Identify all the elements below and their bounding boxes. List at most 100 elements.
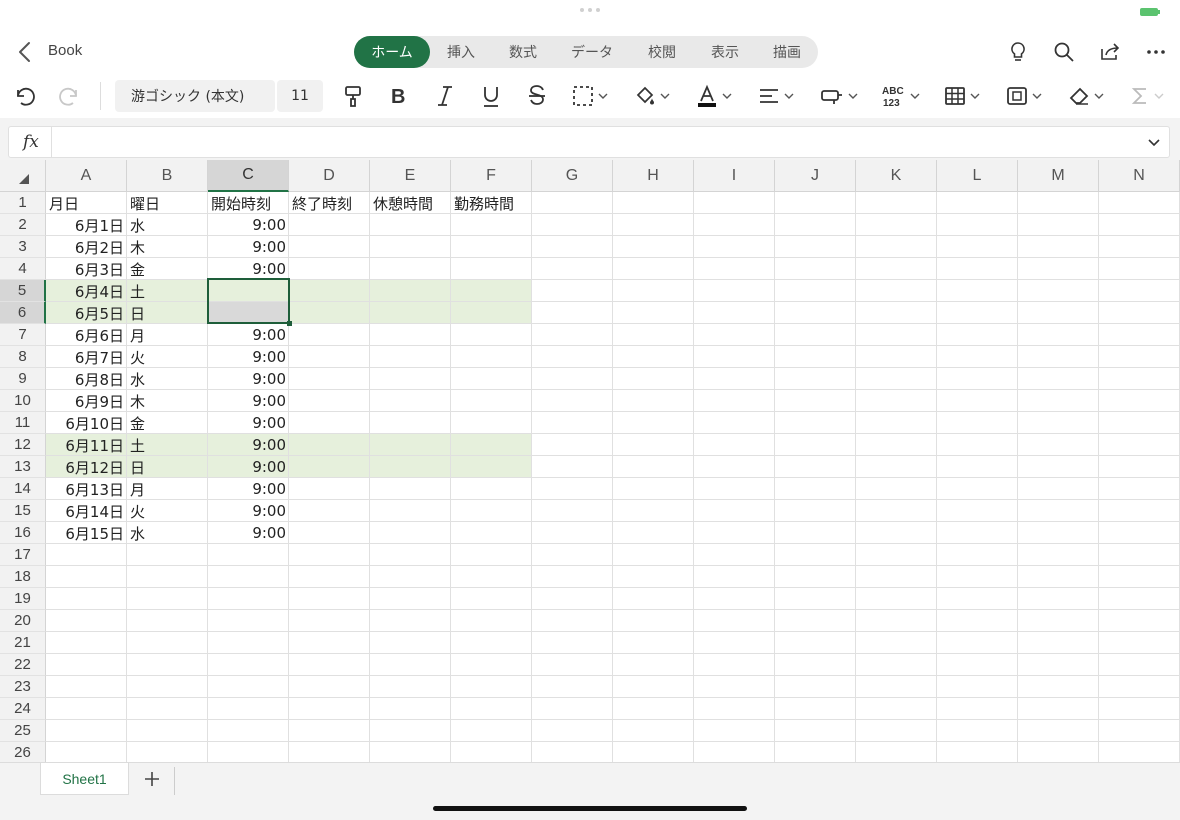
row-header-2[interactable]: 2 (0, 214, 46, 236)
cell-weekday[interactable]: 月 (127, 324, 208, 346)
wrap-button[interactable] (820, 82, 858, 110)
column-header-a[interactable]: A (46, 160, 127, 192)
cell-header[interactable]: 休憩時間 (370, 192, 451, 214)
row-header-19[interactable]: 19 (0, 588, 46, 610)
cell-weekday[interactable]: 金 (127, 258, 208, 280)
selection-handle[interactable] (287, 321, 292, 326)
cell-weekday[interactable]: 水 (127, 214, 208, 236)
font-color-button[interactable] (696, 82, 732, 110)
cell-date[interactable]: 6月12日 (46, 456, 127, 478)
cell-start-time[interactable]: 9:00 (208, 390, 289, 412)
row-header-23[interactable]: 23 (0, 676, 46, 698)
row-header-14[interactable]: 14 (0, 478, 46, 500)
cell-start-time[interactable]: 9:00 (208, 412, 289, 434)
cell-date[interactable]: 6月13日 (46, 478, 127, 500)
underline-icon[interactable] (480, 82, 502, 110)
cell-weekday[interactable]: 木 (127, 390, 208, 412)
row-header-24[interactable]: 24 (0, 698, 46, 720)
row-header-26[interactable]: 26 (0, 742, 46, 762)
italic-icon[interactable] (434, 82, 456, 110)
cell-weekday[interactable]: 月 (127, 478, 208, 500)
multitasking-indicator[interactable] (578, 8, 602, 16)
column-header-g[interactable]: G (532, 160, 613, 192)
column-header-b[interactable]: B (127, 160, 208, 192)
tab-draw[interactable]: 描画 (756, 36, 818, 68)
cell-start-time[interactable]: 9:00 (208, 346, 289, 368)
font-size-field[interactable]: 11 (277, 80, 323, 112)
spreadsheet-grid[interactable]: A B C D E F G H I J K L M N 1 2 3 4 5 6 7 8 9 10 11 12 13 14 15 16 17 1… (0, 160, 1180, 762)
search-icon[interactable] (1052, 40, 1076, 64)
row-header-5[interactable]: 5 (0, 280, 46, 302)
redo-icon[interactable] (58, 82, 82, 110)
row-header-12[interactable]: 12 (0, 434, 46, 456)
row-header-17[interactable]: 17 (0, 544, 46, 566)
bold-icon[interactable]: B (388, 82, 410, 110)
fx-label[interactable]: fx (23, 132, 39, 152)
row-header-18[interactable]: 18 (0, 566, 46, 588)
cell-date[interactable]: 6月5日 (46, 302, 127, 324)
share-icon[interactable] (1098, 40, 1122, 64)
cell-weekday[interactable]: 木 (127, 236, 208, 258)
clear-button[interactable] (1068, 82, 1104, 110)
fill-color-button[interactable] (634, 82, 670, 110)
cell-start-time[interactable]: 9:00 (208, 368, 289, 390)
cell-weekday[interactable]: 火 (127, 346, 208, 368)
row-header-6[interactable]: 6 (0, 302, 46, 324)
cell-date[interactable]: 6月7日 (46, 346, 127, 368)
chevron-down-icon[interactable] (1147, 135, 1161, 149)
cell-date[interactable]: 6月10日 (46, 412, 127, 434)
cell-start-time[interactable]: 9:00 (208, 478, 289, 500)
row-header-3[interactable]: 3 (0, 236, 46, 258)
cell-weekday[interactable]: 土 (127, 280, 208, 302)
row-header-16[interactable]: 16 (0, 522, 46, 544)
cell-date[interactable]: 6月4日 (46, 280, 127, 302)
column-header-k[interactable]: K (856, 160, 937, 192)
cell-date[interactable]: 6月11日 (46, 434, 127, 456)
row-header-9[interactable]: 9 (0, 368, 46, 390)
row-header-10[interactable]: 10 (0, 390, 46, 412)
cell-weekday[interactable]: 日 (127, 302, 208, 324)
document-title[interactable]: Book (48, 42, 82, 59)
column-header-n[interactable]: N (1099, 160, 1180, 192)
tab-home[interactable]: ホーム (354, 36, 430, 68)
sum-button[interactable] (1130, 82, 1164, 110)
cell-start-time[interactable]: 9:00 (208, 434, 289, 456)
cell-date[interactable]: 6月14日 (46, 500, 127, 522)
cell-start-time[interactable]: 9:00 (208, 214, 289, 236)
cell-start-time[interactable]: 9:00 (208, 324, 289, 346)
select-all-corner[interactable] (0, 160, 46, 192)
tab-review[interactable]: 校閲 (630, 36, 694, 68)
row-header-15[interactable]: 15 (0, 500, 46, 522)
cell-date[interactable]: 6月6日 (46, 324, 127, 346)
column-header-d[interactable]: D (289, 160, 370, 192)
cell-style-button[interactable] (1006, 82, 1042, 110)
number-format-button[interactable]: ABC 123 (882, 82, 920, 110)
cell-header[interactable]: 終了時刻 (289, 192, 370, 214)
sheet-tab-sheet1[interactable]: Sheet1 (40, 763, 129, 795)
row-header-7[interactable]: 7 (0, 324, 46, 346)
lightbulb-icon[interactable] (1006, 40, 1030, 64)
cell-header[interactable]: 曜日 (127, 192, 208, 214)
cell-date[interactable]: 6月9日 (46, 390, 127, 412)
cell-date[interactable]: 6月3日 (46, 258, 127, 280)
cell-weekday[interactable]: 火 (127, 500, 208, 522)
cell-start-time[interactable]: 9:00 (208, 258, 289, 280)
tab-view[interactable]: 表示 (694, 36, 756, 68)
cell-header[interactable]: 月日 (46, 192, 127, 214)
row-header-25[interactable]: 25 (0, 720, 46, 742)
column-header-i[interactable]: I (694, 160, 775, 192)
cell-date[interactable]: 6月8日 (46, 368, 127, 390)
align-button[interactable] (758, 82, 794, 110)
cell-weekday[interactable]: 金 (127, 412, 208, 434)
formula-bar[interactable]: fx (8, 126, 1170, 158)
cell-date[interactable]: 6月15日 (46, 522, 127, 544)
row-header-1[interactable]: 1 (0, 192, 46, 214)
cell-date[interactable]: 6月1日 (46, 214, 127, 236)
row-header-4[interactable]: 4 (0, 258, 46, 280)
cell-date[interactable]: 6月2日 (46, 236, 127, 258)
tab-insert[interactable]: 挿入 (430, 36, 492, 68)
cell-weekday[interactable]: 水 (127, 368, 208, 390)
font-name-field[interactable]: 游ゴシック (本文) (115, 80, 275, 112)
column-header-m[interactable]: M (1018, 160, 1099, 192)
column-header-c[interactable]: C (208, 160, 289, 192)
